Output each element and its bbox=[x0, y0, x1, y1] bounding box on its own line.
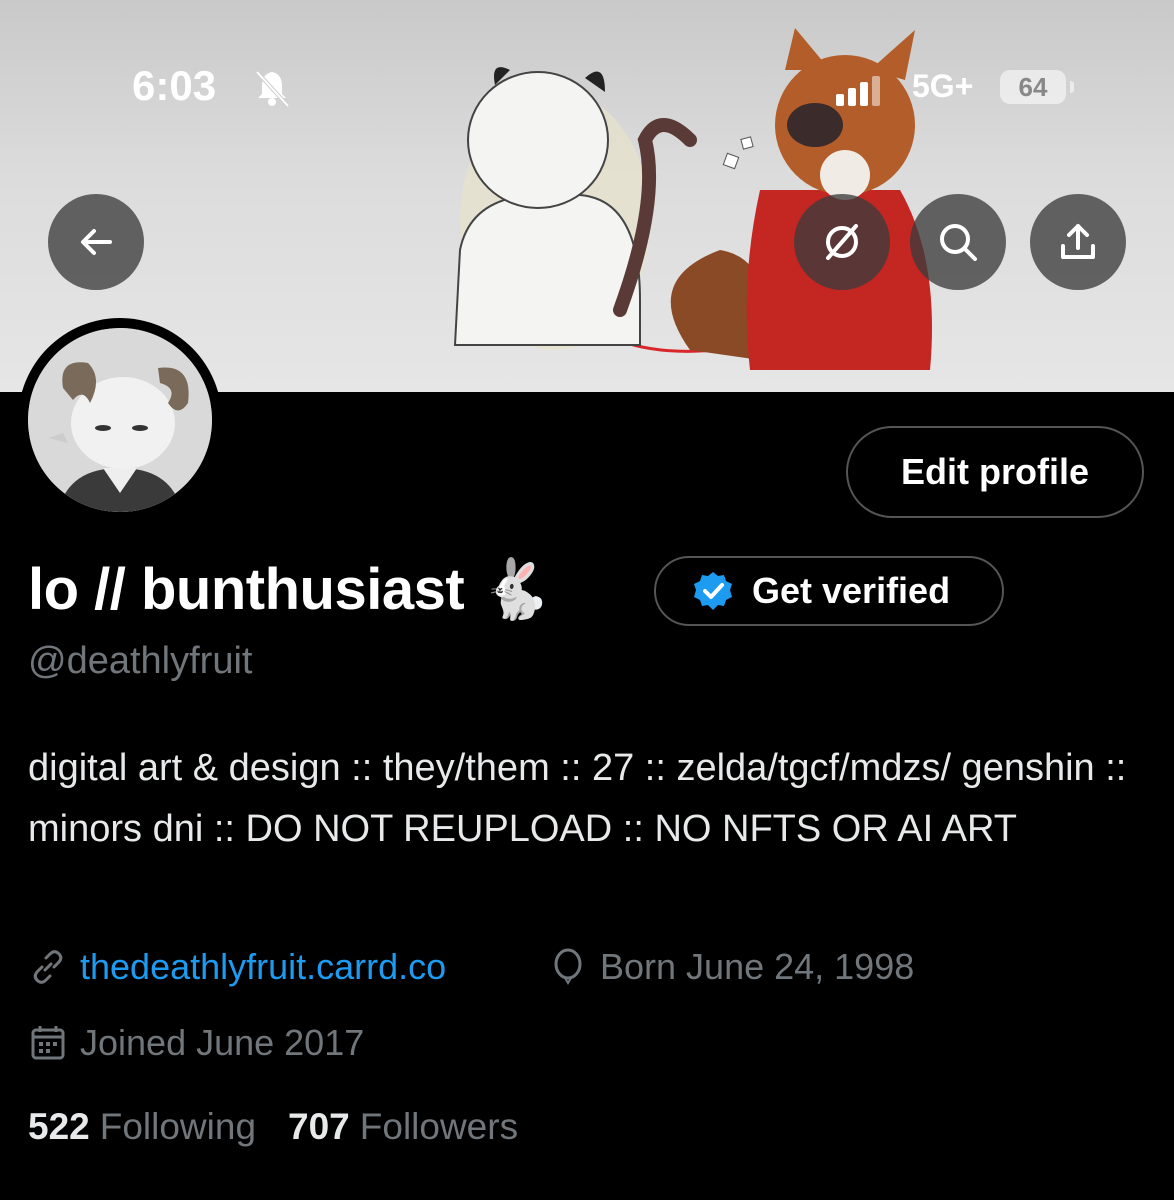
slashed-circle-icon bbox=[826, 224, 858, 260]
bell-muted-icon bbox=[252, 68, 292, 113]
signal-icon bbox=[836, 76, 882, 111]
search-button[interactable] bbox=[910, 194, 1006, 290]
birthday-text: Born June 24, 1998 bbox=[600, 946, 915, 987]
website-link[interactable]: thedeathlyfruit.carrd.co bbox=[80, 946, 446, 988]
network-label: 5G+ bbox=[912, 68, 974, 104]
joined-item: Joined June 2017 bbox=[28, 1022, 364, 1064]
calendar-icon bbox=[31, 1026, 65, 1060]
user-handle: @deathlyfruit bbox=[28, 640, 253, 682]
following-stat[interactable]: 522 Following bbox=[28, 1106, 256, 1148]
get-verified-button[interactable]: Get verified bbox=[654, 556, 1004, 626]
grok-button[interactable] bbox=[794, 194, 890, 290]
follow-stats: 522 Following 707 Followers bbox=[28, 1106, 550, 1148]
profile-bio: digital art & design :: they/them :: 27 … bbox=[28, 747, 1127, 850]
link-icon bbox=[33, 950, 63, 984]
followers-label: Followers bbox=[359, 1106, 519, 1147]
battery-indicator: 64 bbox=[1000, 70, 1074, 104]
followers-count: 707 bbox=[288, 1106, 350, 1147]
joined-text: Joined June 2017 bbox=[80, 1022, 365, 1063]
status-time: 6:03 bbox=[132, 62, 217, 109]
following-label: Following bbox=[99, 1106, 257, 1147]
status-bar: 6:03 5G+ 64 bbox=[0, 62, 1174, 122]
profile-banner[interactable]: 6:03 5G+ 64 bbox=[0, 0, 1174, 392]
search-icon bbox=[940, 224, 977, 261]
verified-badge-icon bbox=[694, 572, 732, 610]
followers-stat[interactable]: 707 Followers bbox=[288, 1106, 518, 1148]
avatar-image bbox=[28, 328, 212, 512]
birthday-item: Born June 24, 1998 bbox=[548, 946, 914, 988]
share-button[interactable] bbox=[1030, 194, 1126, 290]
back-button[interactable] bbox=[48, 194, 144, 290]
following-count: 522 bbox=[28, 1106, 90, 1147]
display-name: lo // bunthusiast 🐇 bbox=[28, 557, 552, 622]
avatar[interactable] bbox=[18, 318, 222, 522]
banner-illustration bbox=[453, 28, 932, 370]
get-verified-label: Get verified bbox=[752, 570, 951, 611]
share-icon bbox=[1061, 224, 1095, 259]
website-item[interactable]: thedeathlyfruit.carrd.co bbox=[28, 946, 446, 988]
balloon-icon bbox=[554, 948, 582, 985]
arrow-left-icon bbox=[81, 229, 112, 255]
edit-profile-button[interactable]: Edit profile bbox=[846, 426, 1144, 518]
